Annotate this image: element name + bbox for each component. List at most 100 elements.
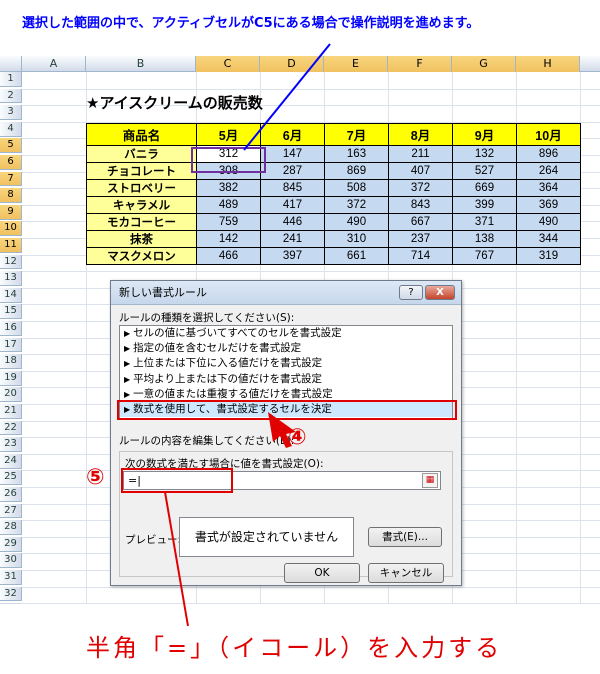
- sales-cell[interactable]: 669: [452, 179, 517, 197]
- row-header-26[interactable]: 26: [0, 487, 22, 502]
- sales-cell[interactable]: 417: [260, 196, 325, 214]
- row-header-19[interactable]: 19: [0, 370, 22, 386]
- format-button[interactable]: 書式(E)...: [368, 527, 442, 547]
- row-header-16[interactable]: 16: [0, 321, 22, 336]
- sales-cell[interactable]: 382: [196, 179, 261, 197]
- sales-cell[interactable]: 527: [452, 162, 517, 180]
- table-header-cell[interactable]: 6月: [260, 123, 325, 146]
- column-header-f[interactable]: F: [388, 56, 452, 72]
- row-header-12[interactable]: 12: [0, 254, 22, 270]
- sales-cell[interactable]: 759: [196, 213, 261, 231]
- row-header-2[interactable]: 2: [0, 88, 22, 104]
- row-header-28[interactable]: 28: [0, 520, 22, 535]
- sales-cell[interactable]: 147: [260, 145, 325, 163]
- row-header-4[interactable]: 4: [0, 121, 22, 137]
- row-header-21[interactable]: 21: [0, 404, 22, 419]
- rule-item[interactable]: ▶ セルの値に基づいてすべてのセルを書式設定: [120, 326, 452, 341]
- row-header-3[interactable]: 3: [0, 105, 22, 120]
- row-header-9[interactable]: 9: [0, 204, 22, 220]
- sales-cell[interactable]: 211: [388, 145, 453, 163]
- row-header-25[interactable]: 25: [0, 470, 22, 486]
- sales-cell[interactable]: 661: [324, 247, 389, 265]
- sales-cell[interactable]: 364: [516, 179, 581, 197]
- sales-cell[interactable]: 667: [388, 213, 453, 231]
- row-header-18[interactable]: 18: [0, 354, 22, 369]
- sales-cell[interactable]: 287: [260, 162, 325, 180]
- row-header-30[interactable]: 30: [0, 553, 22, 569]
- column-header-g[interactable]: G: [452, 56, 516, 72]
- sales-cell[interactable]: 237: [388, 230, 453, 248]
- product-name-cell[interactable]: マスクメロン: [86, 247, 197, 265]
- table-header-cell[interactable]: 9月: [452, 123, 517, 146]
- row-header-7[interactable]: 7: [0, 171, 22, 187]
- row-header-10[interactable]: 10: [0, 221, 22, 237]
- sales-cell[interactable]: 843: [388, 196, 453, 214]
- sales-cell[interactable]: 466: [196, 247, 261, 265]
- sales-cell[interactable]: 344: [516, 230, 581, 248]
- rule-item[interactable]: ▶ 平均より上または下の値だけを書式設定: [120, 372, 452, 387]
- sales-cell[interactable]: 163: [324, 145, 389, 163]
- row-header-15[interactable]: 15: [0, 304, 22, 320]
- row-header-22[interactable]: 22: [0, 420, 22, 436]
- product-name-cell[interactable]: モカコーヒー: [86, 213, 197, 231]
- row-header-29[interactable]: 29: [0, 536, 22, 552]
- row-header-17[interactable]: 17: [0, 337, 22, 353]
- column-header-a[interactable]: A: [22, 56, 86, 72]
- sales-cell[interactable]: 446: [260, 213, 325, 231]
- range-select-icon[interactable]: ▦: [422, 473, 438, 488]
- row-header-32[interactable]: 32: [0, 586, 22, 602]
- row-header-8[interactable]: 8: [0, 188, 22, 203]
- row-header-31[interactable]: 31: [0, 570, 22, 585]
- column-header-b[interactable]: B: [86, 56, 196, 72]
- sales-cell[interactable]: 369: [516, 196, 581, 214]
- sales-cell[interactable]: 767: [452, 247, 517, 265]
- sales-cell[interactable]: 490: [324, 213, 389, 231]
- row-header-6[interactable]: 6: [0, 155, 22, 170]
- product-name-cell[interactable]: ストロベリー: [86, 179, 197, 197]
- table-header-cell[interactable]: 5月: [196, 123, 261, 146]
- sales-cell[interactable]: 407: [388, 162, 453, 180]
- table-header-cell[interactable]: 商品名: [86, 123, 197, 146]
- sales-cell[interactable]: 508: [324, 179, 389, 197]
- sales-cell[interactable]: 371: [452, 213, 517, 231]
- rule-item[interactable]: ▶ 上位または下位に入る値だけを書式設定: [120, 356, 452, 371]
- product-name-cell[interactable]: チョコレート: [86, 162, 197, 180]
- cancel-button[interactable]: キャンセル: [368, 563, 444, 583]
- table-header-cell[interactable]: 7月: [324, 123, 389, 146]
- sales-cell[interactable]: 264: [516, 162, 581, 180]
- row-header-24[interactable]: 24: [0, 453, 22, 469]
- sales-cell[interactable]: 714: [388, 247, 453, 265]
- sales-cell[interactable]: 397: [260, 247, 325, 265]
- sales-cell[interactable]: 845: [260, 179, 325, 197]
- column-header-c[interactable]: C: [196, 56, 260, 72]
- column-header-d[interactable]: D: [260, 56, 324, 72]
- sales-cell[interactable]: 319: [516, 247, 581, 265]
- sales-cell[interactable]: 490: [516, 213, 581, 231]
- table-header-cell[interactable]: 8月: [388, 123, 453, 146]
- help-button[interactable]: ?: [399, 285, 423, 300]
- ok-button[interactable]: OK: [284, 563, 360, 583]
- sales-cell[interactable]: 896: [516, 145, 581, 163]
- rule-item[interactable]: ▶ 指定の値を含むセルだけを書式設定: [120, 341, 452, 356]
- sales-cell[interactable]: 310: [324, 230, 389, 248]
- select-all-corner[interactable]: [0, 56, 22, 72]
- row-header-5[interactable]: 5: [0, 138, 22, 154]
- row-header-23[interactable]: 23: [0, 437, 22, 452]
- sales-cell[interactable]: 372: [388, 179, 453, 197]
- row-header-14[interactable]: 14: [0, 287, 22, 303]
- row-header-20[interactable]: 20: [0, 387, 22, 403]
- row-header-11[interactable]: 11: [0, 238, 22, 253]
- sales-cell[interactable]: 489: [196, 196, 261, 214]
- sales-cell[interactable]: 869: [324, 162, 389, 180]
- sales-cell[interactable]: 142: [196, 230, 261, 248]
- close-button[interactable]: X: [425, 285, 455, 300]
- column-header-e[interactable]: E: [324, 56, 388, 72]
- column-header-h[interactable]: H: [516, 56, 580, 72]
- sales-cell[interactable]: 138: [452, 230, 517, 248]
- row-header-27[interactable]: 27: [0, 503, 22, 519]
- row-header-13[interactable]: 13: [0, 271, 22, 286]
- product-name-cell[interactable]: キャラメル: [86, 196, 197, 214]
- product-name-cell[interactable]: バニラ: [86, 145, 197, 163]
- table-header-cell[interactable]: 10月: [516, 123, 581, 146]
- row-header-1[interactable]: 1: [0, 72, 22, 87]
